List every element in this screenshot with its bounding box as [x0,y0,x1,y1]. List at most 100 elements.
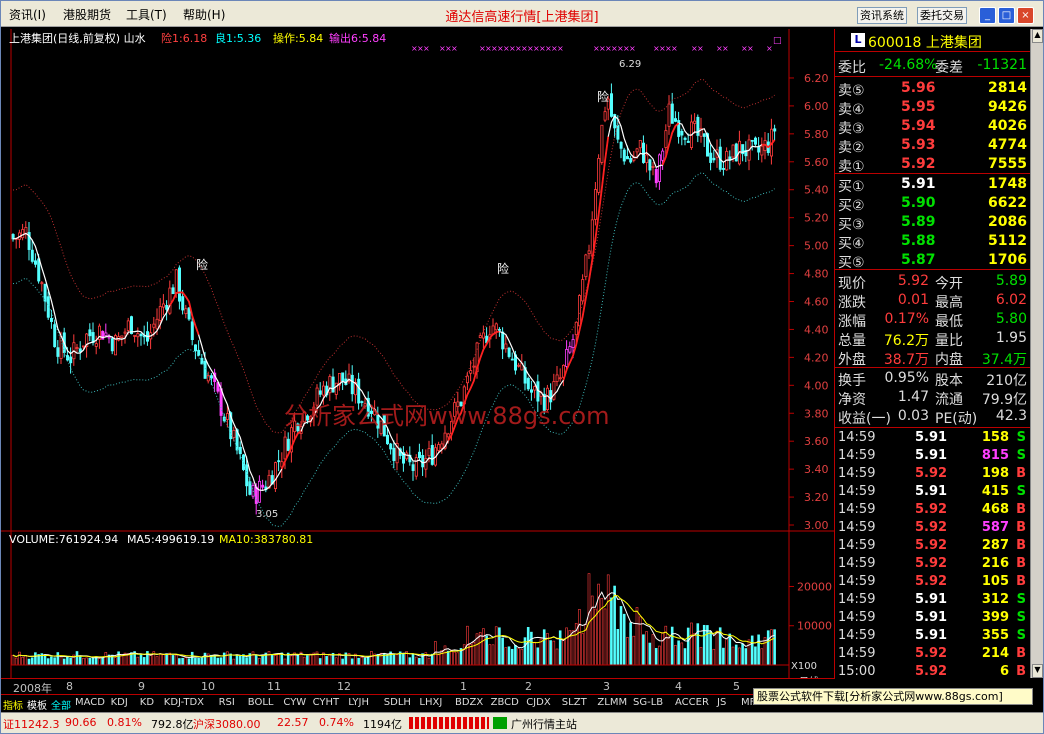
order-diff-value: -11321 [977,57,1027,73]
fin-label: 收益(一) [838,411,891,427]
tab-zbcd[interactable]: ZBCD [491,697,519,708]
tick-volume: 399 [981,610,1009,625]
ask-price: 5.95 [901,99,936,115]
menu-hk-futures[interactable]: 港股期货 [63,6,111,23]
order-diff-label: 委差 [935,60,963,76]
scroll-down-icon[interactable]: ▼ [1032,664,1043,678]
stock-header: L 600018 上港集团 [835,29,1031,52]
tab-kd[interactable]: KD [140,697,154,708]
tick-direction: B [1016,538,1026,553]
tick-row: 14:59 5.91 158 S [835,429,1031,447]
svg-text:×: × [747,44,754,53]
bid-price: 5.90 [901,195,936,211]
price-tick: 5.80 [804,128,829,141]
tick-row: 15:00 5.92 6 B [835,663,1031,681]
price-tick: 4.00 [804,379,829,392]
stat-label-2: 今开 [935,276,963,292]
menu-tools[interactable]: 工具(T) [126,6,167,23]
ask-label: 卖③ [838,121,865,137]
trade-button[interactable]: 委托交易 [917,7,967,24]
fin-label: 换手 [838,373,866,389]
tab-js[interactable]: JS [717,697,726,708]
tab-指标[interactable]: 指标 [3,697,23,712]
bid-price: 5.88 [901,233,936,249]
tick-direction: B [1016,646,1026,661]
stat-value-2: 37.4万 [981,352,1027,368]
tick-price: 5.92 [915,574,948,589]
stock-code-name: 600018 上港集团 [868,35,982,51]
tab-boll[interactable]: BOLL [248,697,274,708]
watermark: 分析家公式网www.88gs.com [284,402,609,430]
menu-help[interactable]: 帮助(H) [183,6,225,23]
tick-time: 14:59 [838,628,876,643]
tab-cjdx[interactable]: CJDX [526,697,550,708]
stat-value: 5.92 [897,273,929,289]
tick-volume: 287 [981,538,1009,553]
bid-volume: 2086 [988,214,1027,230]
ask-price: 5.93 [901,137,936,153]
sh-change: 90.66 [65,716,97,729]
price-tick: 4.20 [804,351,829,364]
high-label: 6.29 [619,59,641,70]
minimize-icon[interactable]: _ [979,7,996,24]
tick-direction: S [1016,430,1026,445]
chart-title: 上港集团(日线,前复权) 山水 [9,31,146,45]
ask-price: 5.92 [901,156,936,172]
tab-全部[interactable]: 全部 [51,697,71,712]
tab-slzt[interactable]: SLZT [562,697,587,708]
close-icon[interactable]: × [1017,7,1034,24]
tick-price: 5.92 [915,520,948,535]
vertical-scrollbar[interactable]: ▲ ▼ [1030,29,1043,678]
sz-amount: 1194亿 [363,718,402,731]
tab-zlmm[interactable]: ZLMM [597,697,627,708]
stat-value-2: 1.95 [995,330,1027,346]
tab-rsi[interactable]: RSI [219,697,235,708]
tick-time: 14:59 [838,466,876,481]
tick-direction: B [1016,502,1026,517]
tab-cyw[interactable]: CYW [283,697,306,708]
ask-volume: 4774 [988,137,1027,153]
tab-macd[interactable]: MACD [75,697,105,708]
volume-tick: 20000 [797,580,832,593]
operate-indicator: 操作:5.84 [273,31,323,45]
fin-value-2: 79.9亿 [981,392,1027,408]
tab-sg-lb[interactable]: SG-LB [633,697,663,708]
maximize-icon[interactable]: □ [998,7,1015,24]
kline-chart[interactable]: × × × × × × × × × × × × × × × × × × × × × × × × × × × × × × × × × × × × × ×□ … [1,29,835,678]
tab-accer[interactable]: ACCER [675,697,709,708]
tab-sdlh[interactable]: SDLH [384,697,411,708]
ask-volume: 4026 [988,118,1027,134]
tick-direction: S [1016,592,1026,607]
tick-direction: S [1016,484,1026,499]
bid-price: 5.91 [901,176,936,192]
info-system-button[interactable]: 资讯系统 [857,7,907,24]
stat-label: 总量 [838,333,866,349]
tab-lhxj[interactable]: LHXJ [419,697,442,708]
status-bar: 证11242.3 90.66 0.81% 792.8亿 沪深3080.00 22… [1,712,1043,733]
fin-value: 0.03 [897,408,929,424]
tab-kdj[interactable]: KDJ [111,697,128,708]
tab-cyht[interactable]: CYHT [313,697,340,708]
tab-bdzx[interactable]: BDZX [455,697,483,708]
bid-volume: 6622 [988,195,1027,211]
ad-banner[interactable]: 股票公式软件下载[分析家公式网www.88gs.com] [753,688,1033,705]
tab-模板[interactable]: 模板 [27,697,47,712]
price-tick: 4.60 [804,295,829,308]
price-tick: 6.00 [804,100,829,113]
tick-time: 14:59 [838,502,876,517]
tick-direction: B [1016,466,1026,481]
scroll-up-icon[interactable]: ▲ [1032,29,1043,43]
order-ratio-row: 委比 -24.68% 委差 -11321 [835,56,1031,76]
tab-kdj-tdx[interactable]: KDJ-TDX [164,697,204,708]
tick-price: 5.91 [915,484,948,499]
volume-value: VOLUME:761924.94 [9,533,118,546]
stat-label-2: 量比 [935,333,963,349]
tick-row: 14:59 5.92 198 B [835,465,1031,483]
tick-direction: S [1016,448,1026,463]
tab-lyjh[interactable]: LYJH [348,697,369,708]
tick-row: 14:59 5.92 105 B [835,573,1031,591]
menu-info[interactable]: 资讯(I) [9,6,46,23]
tick-time: 14:59 [838,592,876,607]
tick-row: 14:59 5.92 468 B [835,501,1031,519]
tick-row: 14:59 5.91 399 S [835,609,1031,627]
